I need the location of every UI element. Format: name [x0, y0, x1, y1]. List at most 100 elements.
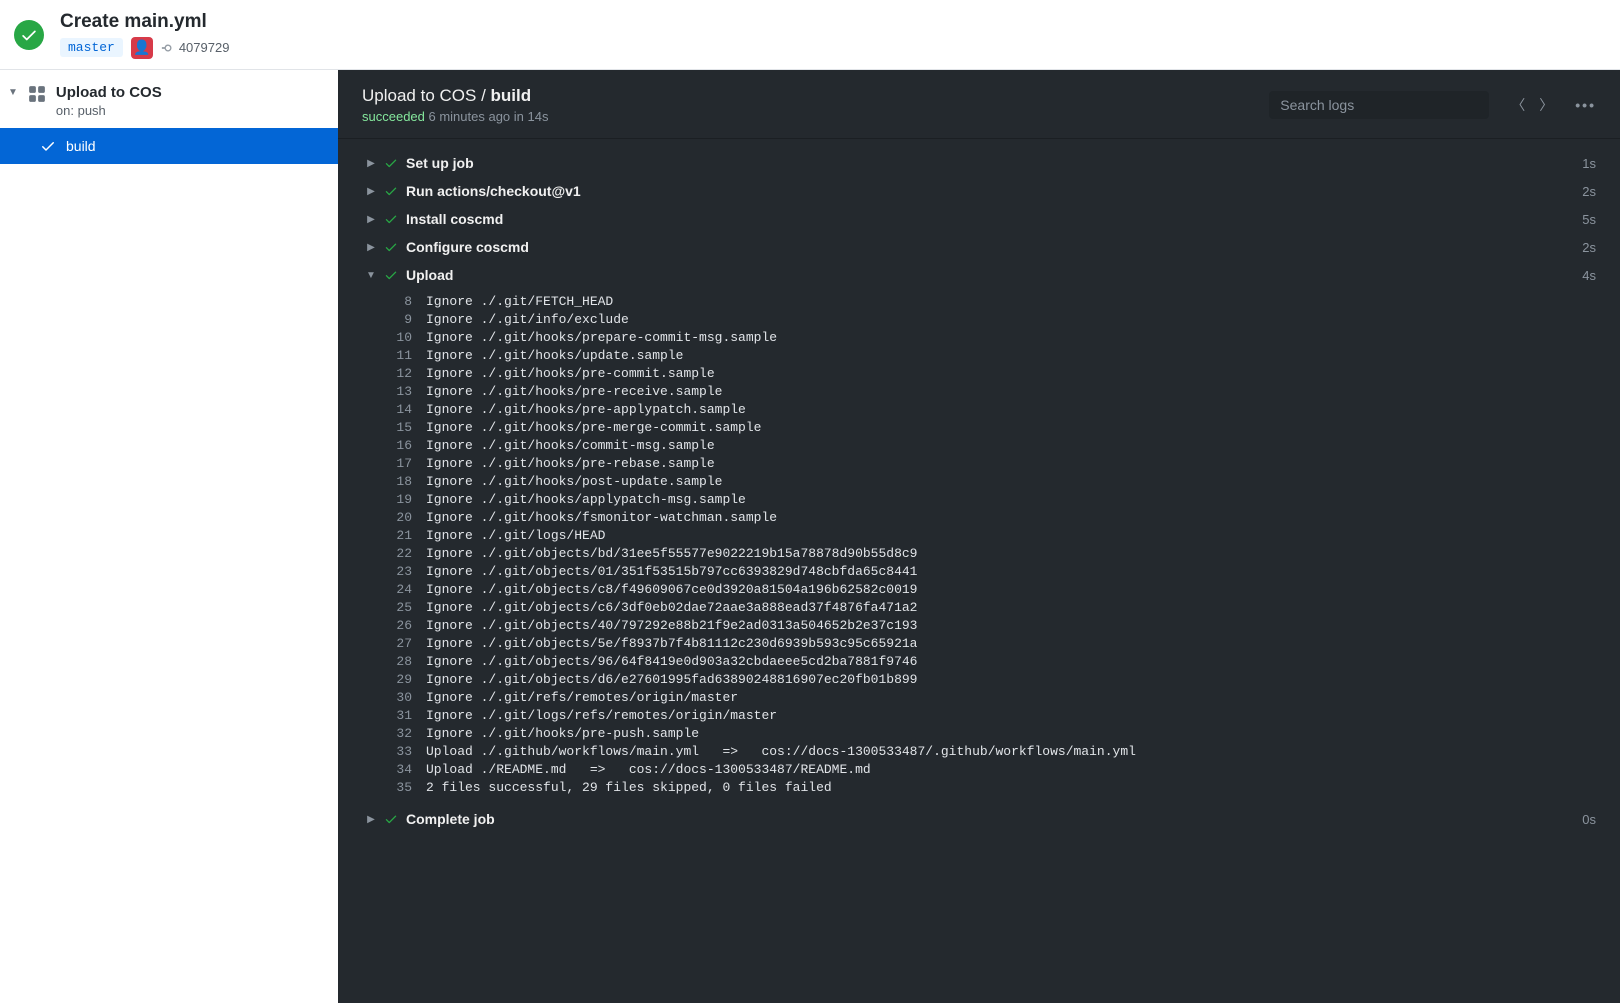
prev-match-button[interactable]: 〈: [1511, 95, 1525, 115]
step-duration: 2s: [1582, 184, 1596, 199]
chevron-right-icon: ▶: [362, 186, 380, 197]
log-line[interactable]: 12Ignore ./.git/hooks/pre-commit.sample: [338, 365, 1620, 383]
step-duration: 2s: [1582, 240, 1596, 255]
line-text: Ignore ./.git/hooks/update.sample: [426, 347, 683, 365]
line-number: 14: [382, 401, 426, 419]
log-line[interactable]: 32Ignore ./.git/hooks/pre-push.sample: [338, 725, 1620, 743]
log-line[interactable]: 20Ignore ./.git/hooks/fsmonitor-watchman…: [338, 509, 1620, 527]
step-row[interactable]: ▶ Run actions/checkout@v12s: [338, 177, 1620, 205]
line-text: Ignore ./.git/objects/40/797292e88b21f9e…: [426, 617, 917, 635]
commit-title: Create main.yml: [60, 11, 229, 33]
line-text: Ignore ./.git/logs/HEAD: [426, 527, 605, 545]
step-name: Install coscmd: [406, 211, 1582, 227]
step-duration: 4s: [1582, 268, 1596, 283]
line-number: 22: [382, 545, 426, 563]
line-text: 2 files successful, 29 files skipped, 0 …: [426, 779, 832, 797]
log-line[interactable]: 27Ignore ./.git/objects/5e/f8937b7f4b811…: [338, 635, 1620, 653]
log-line[interactable]: 25Ignore ./.git/objects/c6/3df0eb02dae72…: [338, 599, 1620, 617]
log-line[interactable]: 17Ignore ./.git/hooks/pre-rebase.sample: [338, 455, 1620, 473]
log-line[interactable]: 9Ignore ./.git/info/exclude: [338, 311, 1620, 329]
log-line[interactable]: 21Ignore ./.git/logs/HEAD: [338, 527, 1620, 545]
line-number: 15: [382, 419, 426, 437]
line-text: Ignore ./.git/hooks/pre-merge-commit.sam…: [426, 419, 761, 437]
step-success-icon: [384, 184, 398, 198]
line-number: 20: [382, 509, 426, 527]
job-item-build[interactable]: build: [0, 128, 338, 164]
line-number: 19: [382, 491, 426, 509]
log-line[interactable]: 33Upload ./.github/workflows/main.yml =>…: [338, 743, 1620, 761]
line-text: Upload ./.github/workflows/main.yml => c…: [426, 743, 1136, 761]
step-name: Upload: [406, 267, 1582, 283]
log-line[interactable]: 14Ignore ./.git/hooks/pre-applypatch.sam…: [338, 401, 1620, 419]
log-line[interactable]: 19Ignore ./.git/hooks/applypatch-msg.sam…: [338, 491, 1620, 509]
log-line[interactable]: 26Ignore ./.git/objects/40/797292e88b21f…: [338, 617, 1620, 635]
line-text: Ignore ./.git/FETCH_HEAD: [426, 293, 613, 311]
log-output: 8Ignore ./.git/FETCH_HEAD9Ignore ./.git/…: [338, 289, 1620, 805]
workflow-name: Upload to COS: [56, 84, 162, 101]
line-text: Ignore ./.git/hooks/pre-receive.sample: [426, 383, 722, 401]
step-row[interactable]: ▶Set up job1s: [338, 149, 1620, 177]
log-line[interactable]: 30Ignore ./.git/refs/remotes/origin/mast…: [338, 689, 1620, 707]
step-row[interactable]: ▶Install coscmd5s: [338, 205, 1620, 233]
workflow-trigger: on: push: [56, 103, 162, 118]
line-number: 13: [382, 383, 426, 401]
branch-badge[interactable]: master: [60, 38, 123, 57]
breadcrumb: Upload to COS / build: [362, 86, 1257, 106]
log-line[interactable]: 15Ignore ./.git/hooks/pre-merge-commit.s…: [338, 419, 1620, 437]
author-avatar[interactable]: 👤: [131, 37, 153, 59]
log-options-menu[interactable]: •••: [1575, 97, 1596, 113]
line-text: Ignore ./.git/hooks/prepare-commit-msg.s…: [426, 329, 777, 347]
line-number: 16: [382, 437, 426, 455]
line-number: 11: [382, 347, 426, 365]
log-line[interactable]: 28Ignore ./.git/objects/96/64f8419e0d903…: [338, 653, 1620, 671]
log-line[interactable]: 352 files successful, 29 files skipped, …: [338, 779, 1620, 797]
line-text: Ignore ./.git/hooks/pre-applypatch.sampl…: [426, 401, 746, 419]
step-row[interactable]: ▼Upload4s: [338, 261, 1620, 289]
log-line[interactable]: 22Ignore ./.git/objects/bd/31ee5f55577e9…: [338, 545, 1620, 563]
line-number: 24: [382, 581, 426, 599]
step-row[interactable]: ▶Configure coscmd2s: [338, 233, 1620, 261]
line-text: Ignore ./.git/hooks/applypatch-msg.sampl…: [426, 491, 746, 509]
step-row[interactable]: ▶Complete job0s: [338, 805, 1620, 833]
line-text: Ignore ./.git/objects/bd/31ee5f55577e902…: [426, 545, 917, 563]
step-name: Configure coscmd: [406, 239, 1582, 255]
line-text: Ignore ./.git/info/exclude: [426, 311, 629, 329]
log-line[interactable]: 34Upload ./README.md => cos://docs-13005…: [338, 761, 1620, 779]
chevron-right-icon: ▶: [362, 814, 380, 825]
line-text: Ignore ./.git/logs/refs/remotes/origin/m…: [426, 707, 777, 725]
log-line[interactable]: 13Ignore ./.git/hooks/pre-receive.sample: [338, 383, 1620, 401]
search-logs-input[interactable]: [1269, 91, 1489, 119]
log-line[interactable]: 11Ignore ./.git/hooks/update.sample: [338, 347, 1620, 365]
log-line[interactable]: 8Ignore ./.git/FETCH_HEAD: [338, 293, 1620, 311]
next-match-button[interactable]: 〉: [1539, 95, 1553, 115]
job-log-panel: Upload to COS / build succeeded 6 minute…: [338, 70, 1620, 1003]
line-number: 8: [382, 293, 426, 311]
line-number: 30: [382, 689, 426, 707]
step-success-icon: [384, 156, 398, 170]
log-line[interactable]: 24Ignore ./.git/objects/c8/f49609067ce0d…: [338, 581, 1620, 599]
log-line[interactable]: 16Ignore ./.git/hooks/commit-msg.sample: [338, 437, 1620, 455]
log-line[interactable]: 18Ignore ./.git/hooks/post-update.sample: [338, 473, 1620, 491]
line-text: Ignore ./.git/objects/01/351f53515b797cc…: [426, 563, 917, 581]
log-line[interactable]: 23Ignore ./.git/objects/01/351f53515b797…: [338, 563, 1620, 581]
line-text: Upload ./README.md => cos://docs-1300533…: [426, 761, 871, 779]
run-header: Create main.yml master 👤 4079729: [0, 0, 1620, 70]
line-number: 27: [382, 635, 426, 653]
workflow-collapse-toggle[interactable]: ▼: [8, 87, 18, 98]
step-name: Run actions/checkout@v1: [406, 183, 1582, 199]
line-text: Ignore ./.git/objects/d6/e27601995fad638…: [426, 671, 917, 689]
line-number: 9: [382, 311, 426, 329]
step-duration: 0s: [1582, 812, 1596, 827]
step-success-icon: [384, 212, 398, 226]
log-line[interactable]: 29Ignore ./.git/objects/d6/e27601995fad6…: [338, 671, 1620, 689]
line-text: Ignore ./.git/objects/96/64f8419e0d903a3…: [426, 653, 917, 671]
log-line[interactable]: 10Ignore ./.git/hooks/prepare-commit-msg…: [338, 329, 1620, 347]
log-line[interactable]: 31Ignore ./.git/logs/refs/remotes/origin…: [338, 707, 1620, 725]
line-text: Ignore ./.git/objects/c6/3df0eb02dae72aa…: [426, 599, 917, 617]
commit-meta: 4079729: [161, 40, 230, 55]
step-name: Set up job: [406, 155, 1582, 171]
chevron-right-icon: ▶: [362, 214, 380, 225]
line-text: Ignore ./.git/hooks/pre-rebase.sample: [426, 455, 715, 473]
job-label: build: [66, 138, 96, 154]
line-text: Ignore ./.git/objects/5e/f8937b7f4b81112…: [426, 635, 917, 653]
